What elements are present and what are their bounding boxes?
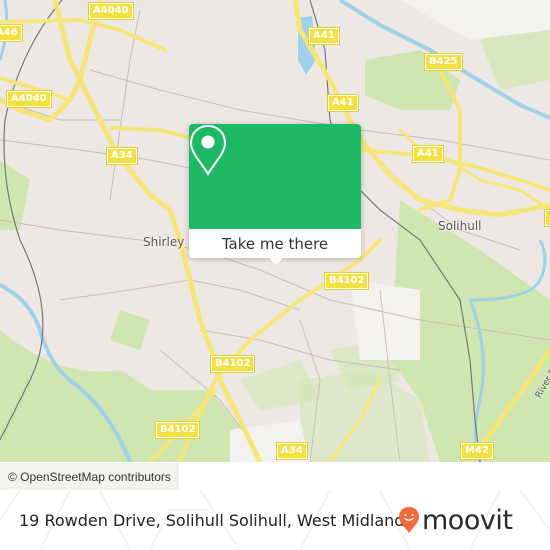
moovit-logo-text: moovit bbox=[422, 504, 513, 536]
road-label-a4040: A4040 bbox=[88, 2, 134, 20]
road-label-m42: M42 bbox=[460, 442, 494, 460]
road-label-a34: A34 bbox=[106, 147, 138, 165]
place-label-solihull: Solihull bbox=[438, 219, 482, 233]
take-me-there-button[interactable]: Take me there bbox=[189, 229, 361, 258]
road-label-a41: A41 bbox=[308, 27, 340, 45]
map-view[interactable]: A4040 A46 A4040 A34 A41 A41 A41 B425 B41… bbox=[0, 0, 550, 462]
road-label-a41: A41 bbox=[544, 209, 550, 227]
popup-header bbox=[189, 124, 361, 229]
road-label-a34: A34 bbox=[276, 442, 308, 460]
map-pin-icon bbox=[189, 124, 227, 176]
popup-tail bbox=[268, 257, 284, 265]
road-label-a41: A41 bbox=[412, 145, 444, 163]
road-label-a46: A46 bbox=[0, 24, 23, 42]
road-label-b425: B425 bbox=[424, 53, 463, 71]
footer: 19 Rowden Drive, Solihull Solihull, West… bbox=[0, 490, 550, 550]
moovit-smile-pin-icon bbox=[399, 507, 419, 533]
road-label-b4102: B4102 bbox=[323, 272, 370, 290]
address-text: 19 Rowden Drive, Solihull Solihull, West… bbox=[19, 510, 413, 530]
road-label-a4040: A4040 bbox=[6, 90, 52, 108]
place-label-shirley: Shirley bbox=[143, 235, 185, 249]
road-label-b4102: B4102 bbox=[154, 421, 201, 439]
osm-attribution[interactable]: © OpenStreetMap contributors bbox=[0, 463, 179, 491]
moovit-logo[interactable]: moovit bbox=[398, 490, 513, 550]
road-label-b4102: B4102 bbox=[209, 355, 256, 373]
location-popup[interactable]: Take me there bbox=[189, 124, 361, 265]
road-label-a41: A41 bbox=[327, 94, 359, 112]
